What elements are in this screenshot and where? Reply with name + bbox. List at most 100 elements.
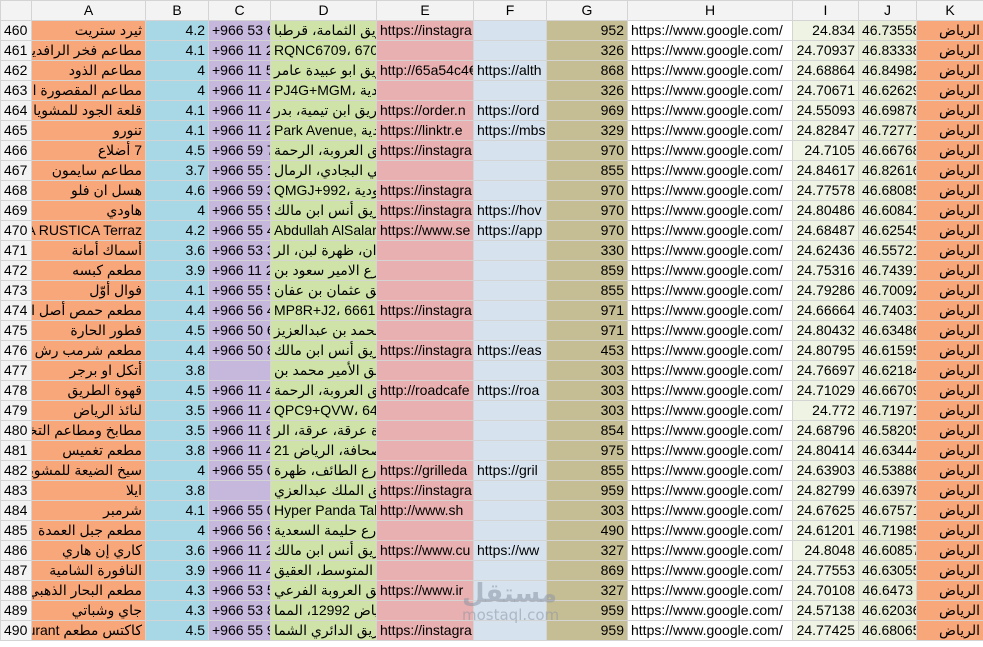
cell-f[interactable] — [473, 360, 547, 381]
cell-g[interactable]: 855 — [546, 280, 628, 301]
cell-g[interactable]: 959 — [546, 600, 628, 621]
cell-b[interactable]: 3.9 — [145, 560, 209, 581]
cell-h[interactable]: https://www.google.com/ — [627, 380, 793, 401]
row-header[interactable]: 479 — [0, 400, 32, 421]
row-header[interactable]: 474 — [0, 300, 32, 321]
cell-a[interactable]: مطعم حمص أصل النقا — [31, 300, 146, 321]
cell-i[interactable]: 24.77425 — [792, 620, 859, 641]
cell-e[interactable] — [376, 260, 474, 281]
cell-h[interactable]: https://www.google.com/ — [627, 220, 793, 241]
cell-d[interactable]: نجران، ظهرة لبن، الر — [270, 240, 377, 261]
row-header[interactable]: 467 — [0, 160, 32, 181]
cell-h[interactable]: https://www.google.com/ — [627, 600, 793, 621]
cell-a[interactable]: النافورة الشامية — [31, 560, 146, 581]
cell-e[interactable]: https://instagra — [376, 20, 474, 41]
cell-d[interactable]: طريق الملك عبدالعزي — [270, 480, 377, 501]
cell-g[interactable]: 303 — [546, 380, 628, 401]
cell-i[interactable]: 24.772 — [792, 400, 859, 421]
cell-d[interactable]: طريق أنس ابن مالك، — [270, 540, 377, 561]
cell-c[interactable]: +966 55 55 — [208, 280, 271, 301]
cell-h[interactable]: https://www.google.com/ — [627, 360, 793, 381]
cell-j[interactable]: 46.82616 — [858, 160, 917, 181]
cell-a[interactable]: قهوة الطريق — [31, 380, 146, 401]
cell-b[interactable]: 4.5 — [145, 620, 209, 641]
cell-b[interactable]: 3.6 — [145, 540, 209, 561]
cell-k[interactable]: الرياض — [916, 360, 983, 381]
cell-c[interactable]: +966 53 88 — [208, 600, 271, 621]
cell-d[interactable]: MP8R+J2، 6661 ية — [270, 300, 377, 321]
cell-a[interactable]: هسل ان فلو — [31, 180, 146, 201]
cell-k[interactable]: الرياض — [916, 580, 983, 601]
cell-i[interactable]: 24.71029 — [792, 380, 859, 401]
cell-a[interactable]: أسماك أمانة — [31, 240, 146, 261]
cell-j[interactable]: 46.53886 — [858, 460, 917, 481]
cell-j[interactable]: 46.62545 — [858, 220, 917, 241]
cell-k[interactable]: الرياض — [916, 520, 983, 541]
cell-e[interactable]: http://roadcafe — [376, 380, 474, 401]
cell-k[interactable]: الرياض — [916, 480, 983, 501]
cell-h[interactable]: https://www.google.com/ — [627, 40, 793, 61]
cell-a[interactable]: مطاعم المقصورة الفض — [31, 80, 146, 101]
cell-h[interactable]: https://www.google.com/ — [627, 340, 793, 361]
cell-f[interactable] — [473, 560, 547, 581]
cell-k[interactable]: الرياض — [916, 380, 983, 401]
cell-c[interactable]: +966 11 48 — [208, 440, 271, 461]
cell-c[interactable]: +966 11 46 — [208, 380, 271, 401]
cell-e[interactable]: https://instagra — [376, 200, 474, 221]
cell-h[interactable]: https://www.google.com/ — [627, 140, 793, 161]
cell-f[interactable] — [473, 480, 547, 501]
cell-i[interactable]: 24.82847 — [792, 120, 859, 141]
cell-i[interactable]: 24.68864 — [792, 60, 859, 81]
cell-b[interactable]: 4.6 — [145, 180, 209, 201]
cell-g[interactable]: 952 — [546, 20, 628, 41]
cell-k[interactable]: الرياض — [916, 100, 983, 121]
cell-k[interactable]: الرياض — [916, 280, 983, 301]
cell-j[interactable]: 46.74031 — [858, 300, 917, 321]
cell-c[interactable]: +966 55 02 — [208, 460, 271, 481]
cell-j[interactable]: 46.83338 — [858, 40, 917, 61]
cell-b[interactable]: 3.9 — [145, 260, 209, 281]
row-header[interactable]: 478 — [0, 380, 32, 401]
cell-e[interactable]: https://instagra — [376, 620, 474, 641]
cell-e[interactable] — [376, 520, 474, 541]
cell-h[interactable]: https://www.google.com/ — [627, 620, 793, 641]
row-header[interactable]: 461 — [0, 40, 32, 61]
column-header-d[interactable]: D — [270, 0, 377, 21]
cell-f[interactable]: https://app — [473, 220, 547, 241]
cell-d[interactable]: طريق العروبة، الرحمة — [270, 140, 377, 161]
cell-f[interactable] — [473, 420, 547, 441]
cell-d[interactable]: الرياض 12992، المما — [270, 600, 377, 621]
cell-b[interactable]: 4.5 — [145, 380, 209, 401]
cell-d[interactable]: إمارة عرقة، عرقة، الر — [270, 420, 377, 441]
cell-g[interactable]: 959 — [546, 480, 628, 501]
cell-g[interactable]: 959 — [546, 620, 628, 641]
cell-j[interactable]: 46.63055 — [858, 560, 917, 581]
cell-h[interactable]: https://www.google.com/ — [627, 80, 793, 101]
cell-c[interactable] — [208, 360, 271, 381]
cell-f[interactable] — [473, 180, 547, 201]
cell-f[interactable] — [473, 580, 547, 601]
cell-g[interactable]: 970 — [546, 200, 628, 221]
cell-e[interactable]: https://linktr.e — [376, 120, 474, 141]
cell-a[interactable]: مطعم البحار الذهبي للم — [31, 580, 146, 601]
cell-d[interactable]: طريق أنس ابن مالك، — [270, 200, 377, 221]
cell-a[interactable]: أتكل او برجر — [31, 360, 146, 381]
cell-d[interactable]: طريق أنس ابن مالك، — [270, 340, 377, 361]
row-header[interactable]: 481 — [0, 440, 32, 461]
cell-h[interactable]: https://www.google.com/ — [627, 300, 793, 321]
cell-c[interactable] — [208, 480, 271, 501]
cell-j[interactable]: 46.84982 — [858, 60, 917, 81]
cell-j[interactable]: 46.62629 — [858, 80, 917, 101]
cell-e[interactable]: https://order.n — [376, 100, 474, 121]
cell-a[interactable]: 7 أضلاع — [31, 140, 146, 161]
row-header[interactable]: 468 — [0, 180, 32, 201]
cell-h[interactable]: https://www.google.com/ — [627, 20, 793, 41]
cell-j[interactable]: 46.71971 — [858, 400, 917, 421]
cell-c[interactable]: +966 55 05 — [208, 500, 271, 521]
cell-h[interactable]: https://www.google.com/ — [627, 260, 793, 281]
cell-j[interactable]: 46.67571 — [858, 500, 917, 521]
row-header[interactable]: 464 — [0, 100, 32, 121]
cell-i[interactable]: 24.80414 — [792, 440, 859, 461]
cell-h[interactable]: https://www.google.com/ — [627, 160, 793, 181]
cell-c[interactable]: +966 59 72 — [208, 140, 271, 161]
